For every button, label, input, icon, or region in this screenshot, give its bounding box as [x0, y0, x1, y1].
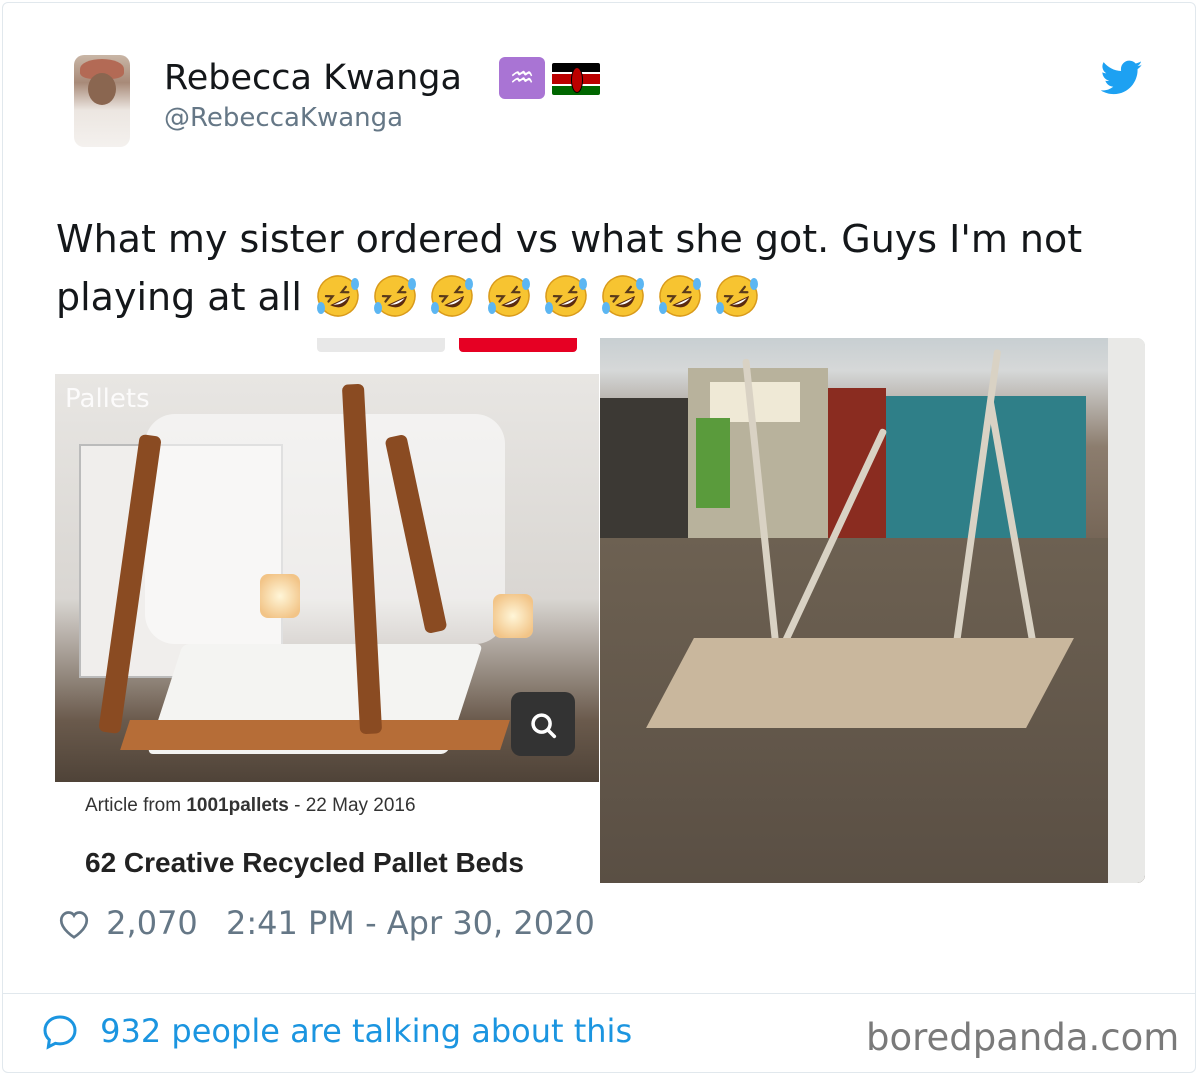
plain-pallet-bed — [646, 638, 1074, 728]
footer-divider — [3, 993, 1195, 994]
rolling-laughing-emoji — [659, 275, 702, 317]
article-source-date: - 22 May 2016 — [294, 795, 416, 816]
rolling-laughing-emoji — [431, 275, 474, 317]
pallets-watermark: Pallets — [65, 384, 150, 414]
article-source-prefix: Article from — [85, 795, 182, 816]
rolling-laughing-emoji — [374, 275, 417, 317]
lamp-right — [493, 594, 533, 638]
avatar[interactable] — [74, 55, 130, 147]
white-pole — [1108, 338, 1145, 883]
tweet-stats: 2,070 2:41 PM - Apr 30, 2020 — [56, 904, 595, 942]
pin-save-tab[interactable] — [459, 338, 577, 352]
tweet-timestamp[interactable]: 2:41 PM - Apr 30, 2020 — [226, 904, 595, 942]
conversation-link[interactable]: 932 people are talking about this — [40, 1012, 632, 1052]
rolling-laughing-emoji — [545, 275, 588, 317]
tweet-text: What my sister ordered vs what she got. … — [56, 210, 1156, 326]
green-door — [696, 418, 730, 508]
ordered-image-card[interactable]: Pallets Article from 1001pallets - 22 Ma… — [55, 338, 599, 883]
ordered-bed-photo: Pallets — [55, 374, 599, 782]
article-source-name[interactable]: 1001pallets — [186, 795, 288, 816]
mosquito-net — [145, 414, 505, 644]
pin-tab-gray — [317, 338, 445, 352]
twitter-bird-icon[interactable] — [1101, 60, 1143, 96]
user-handle[interactable]: @RebeccaKwanga — [164, 103, 403, 133]
lamp-left — [260, 574, 300, 618]
article-title[interactable]: 62 Creative Recycled Pallet Beds — [85, 847, 524, 879]
rolling-laughing-emoji — [602, 275, 645, 317]
avatar-face — [88, 73, 116, 105]
rolling-laughing-emoji — [716, 275, 759, 317]
kenya-flag-icon — [552, 63, 600, 95]
rolling-laughing-emoji — [488, 275, 531, 317]
visual-search-icon[interactable] — [511, 692, 575, 756]
emoji-row — [314, 275, 770, 319]
article-source: Article from 1001pallets - 22 May 2016 — [85, 795, 416, 817]
display-name[interactable]: Rebecca Kwanga — [164, 58, 462, 98]
rolling-laughing-emoji — [317, 275, 360, 317]
chat-bubble-icon — [43, 1015, 77, 1050]
like-count[interactable]: 2,070 — [106, 904, 198, 942]
conversation-link-text[interactable]: 932 people are talking about this — [100, 1012, 632, 1050]
aquarius-emoji-icon: ♒ — [499, 57, 545, 99]
received-image[interactable] — [600, 338, 1145, 883]
heart-icon[interactable] — [56, 906, 92, 940]
pallet-frame — [120, 720, 510, 750]
boredpanda-brand: boredpanda.com — [866, 1016, 1180, 1059]
